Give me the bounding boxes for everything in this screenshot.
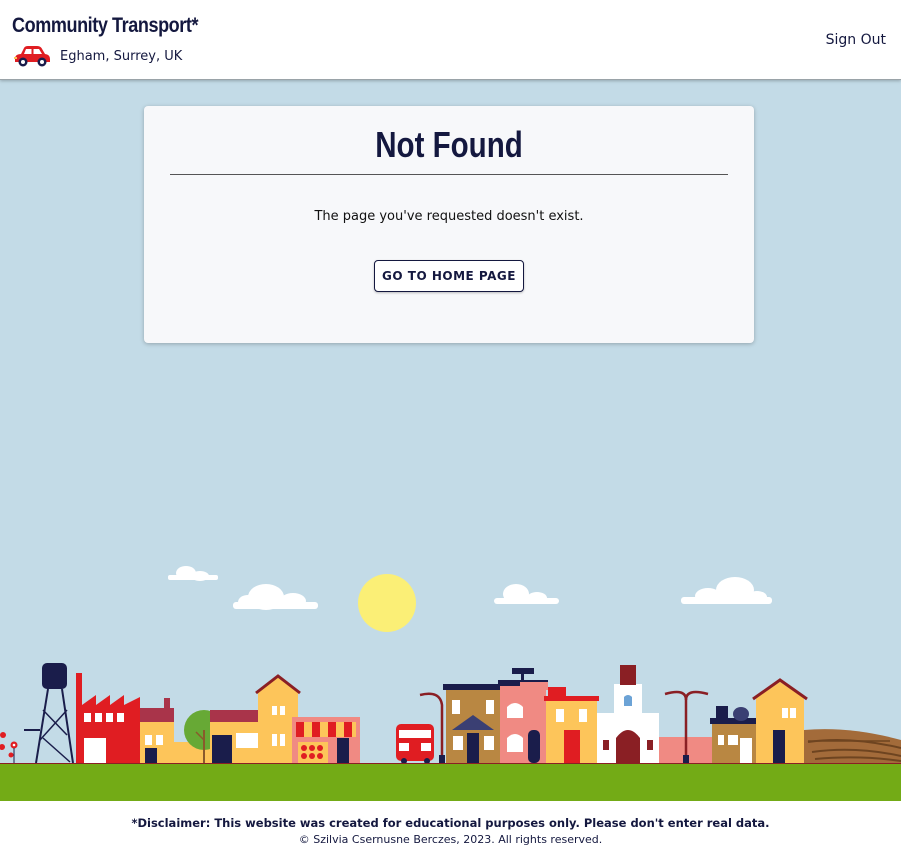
grass (0, 763, 901, 801)
house (710, 706, 758, 763)
divider (170, 174, 728, 175)
shop (292, 717, 360, 763)
house (498, 668, 548, 763)
house (210, 674, 301, 763)
cloud-icon (233, 584, 318, 610)
flowers (0, 732, 18, 763)
site-footer: *Disclaimer: This website was created fo… (0, 801, 901, 862)
location-info: Egham, Surrey, UK (12, 44, 182, 68)
factory-building (76, 673, 140, 763)
not-found-message: The page you've requested doesn't exist. (314, 209, 584, 224)
town-illustration (0, 566, 901, 801)
cloud-icon (168, 566, 218, 581)
house (752, 678, 808, 763)
street-lamp (659, 690, 713, 763)
cloud-icon (681, 577, 772, 604)
go-to-home-button[interactable]: GO TO HOME PAGE (374, 260, 524, 292)
water-tower (24, 663, 74, 764)
copyright-text: © Szilvia Csernusne Berczes, 2023. All r… (298, 833, 603, 846)
bus-icon (396, 724, 434, 764)
location-text: Egham, Surrey, UK (60, 48, 183, 64)
house (140, 698, 174, 763)
sun-icon (358, 574, 416, 632)
house (544, 687, 599, 763)
house (443, 684, 503, 763)
sign-out-link[interactable]: Sign Out (826, 32, 886, 48)
car-icon (14, 46, 50, 67)
site-header: Community Transport* Egham, Surrey, UK S… (0, 0, 901, 80)
church (597, 665, 659, 763)
cloud-icon (494, 584, 559, 604)
disclaimer-text: *Disclaimer: This website was created fo… (131, 816, 770, 830)
not-found-card: Not Found The page you've requested does… (144, 106, 754, 343)
page-title: Not Found (375, 124, 523, 165)
farm-field (804, 729, 901, 763)
site-title[interactable]: Community Transport* (12, 14, 198, 38)
